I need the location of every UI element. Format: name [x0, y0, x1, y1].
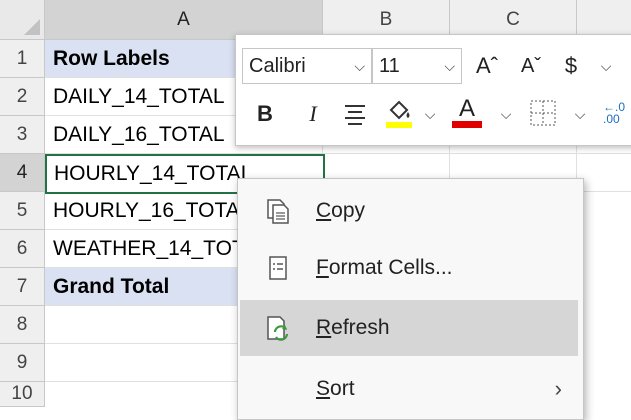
context-menu: Copy Format Cells... Refresh Sort ›: [237, 178, 584, 420]
copy-label: Copy: [316, 199, 366, 222]
row-header-9[interactable]: 9: [0, 344, 45, 382]
row-header-7[interactable]: 7: [0, 268, 45, 306]
chevron-down-icon: ⌵: [444, 58, 455, 74]
format-cells-menu-item[interactable]: Format Cells...: [240, 240, 578, 296]
select-all-triangle-icon: [24, 19, 40, 35]
font-name-dropdown[interactable]: Calibri ⌵: [242, 48, 372, 84]
mini-toolbar: Calibri ⌵ 11 ⌵ Aˆ Aˇ $ ⌵ B I ⌵ A ⌵ ⌵ ←.0…: [235, 34, 631, 146]
fill-color-button[interactable]: [382, 95, 416, 133]
row-header-4[interactable]: 4: [0, 154, 45, 192]
font-size-dropdown[interactable]: 11 ⌵: [372, 48, 462, 84]
cell-d4[interactable]: [577, 154, 631, 192]
font-color-swatch: [452, 121, 482, 128]
row-header-8[interactable]: 8: [0, 306, 45, 344]
align-center-icon: [345, 105, 365, 125]
row-header-3[interactable]: 3: [0, 116, 45, 154]
font-size-value: 11: [379, 54, 400, 77]
refresh-menu-item[interactable]: Refresh: [240, 300, 578, 356]
align-center-button[interactable]: [340, 97, 370, 131]
row-header-2[interactable]: 2: [0, 78, 45, 116]
format-cells-label: Format Cells...: [316, 256, 453, 279]
chevron-down-icon[interactable]: ⌵: [498, 97, 514, 131]
borders-button[interactable]: [526, 95, 560, 131]
row-header-5[interactable]: 5: [0, 192, 45, 230]
italic-button[interactable]: I: [300, 97, 326, 131]
bold-button[interactable]: B: [252, 97, 278, 131]
copy-icon: [267, 199, 289, 224]
increase-decimal-button[interactable]: ←.0 .00: [594, 95, 631, 131]
row-header-1[interactable]: 1: [0, 40, 45, 78]
sort-menu-item[interactable]: Sort ›: [240, 361, 578, 417]
shrink-font-button[interactable]: Aˇ: [514, 48, 548, 84]
chevron-down-icon[interactable]: ⌵: [572, 97, 588, 131]
font-color-letter: A: [458, 95, 475, 122]
font-name-value: Calibri: [249, 54, 306, 77]
row-header-10[interactable]: 10: [0, 382, 45, 407]
grow-font-button[interactable]: Aˆ: [470, 48, 504, 84]
font-color-button[interactable]: A: [450, 93, 484, 133]
refresh-label: Refresh: [316, 316, 390, 339]
paint-bucket-icon: [386, 100, 412, 128]
chevron-right-icon: ›: [554, 376, 562, 401]
chevron-down-icon: ⌵: [354, 58, 365, 74]
currency-format-button[interactable]: $: [558, 48, 584, 84]
select-all-corner[interactable]: [0, 0, 45, 40]
refresh-icon: [267, 316, 289, 341]
row-header-6[interactable]: 6: [0, 230, 45, 268]
format-cells-icon: [269, 256, 287, 280]
borders-icon: [530, 100, 556, 126]
chevron-down-icon[interactable]: ⌵: [422, 97, 438, 131]
copy-menu-item[interactable]: Copy: [240, 183, 578, 239]
sort-label: Sort: [316, 377, 355, 400]
chevron-down-icon[interactable]: ⌵: [596, 48, 616, 84]
